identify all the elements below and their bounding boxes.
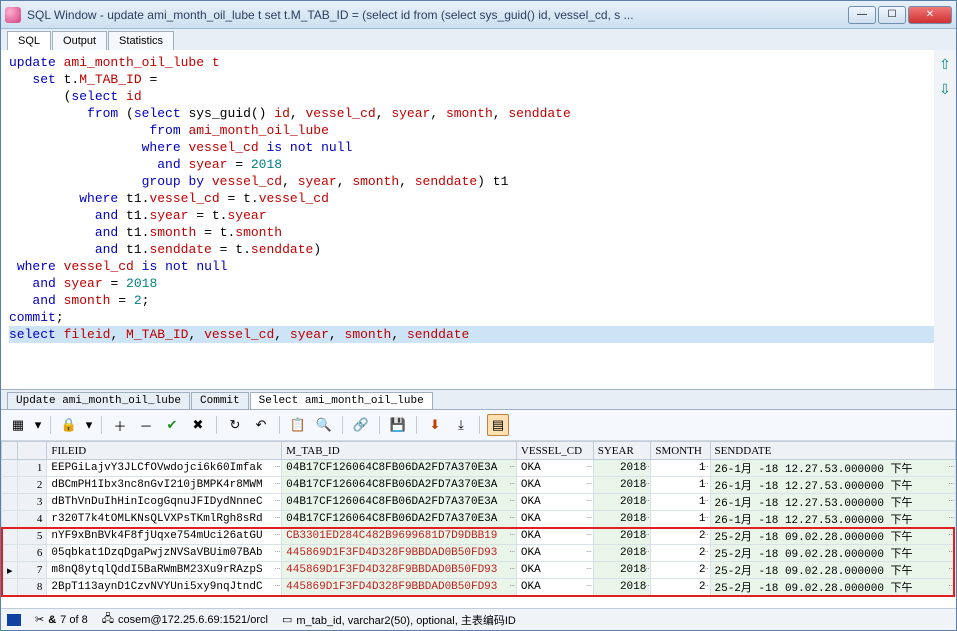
sql-editor[interactable]: update ami_month_oil_lube t set t.M_TAB_… xyxy=(1,50,934,389)
grid-icon[interactable]: ▦ xyxy=(7,414,29,436)
undo-icon[interactable]: ↶ xyxy=(250,414,272,436)
tab-select[interactable]: Select ami_month_oil_lube xyxy=(250,392,433,409)
statusbar: ✂&7 of 8 🖧cosem@172.25.6.69:1521/orcl ▭m… xyxy=(1,608,956,630)
tab-update[interactable]: Update ami_month_oil_lube xyxy=(7,392,190,409)
connection-string: cosem@172.25.6.69:1521/orcl xyxy=(118,614,268,626)
lock-dropdown-icon[interactable]: ▾ xyxy=(84,414,94,436)
result-grid[interactable]: FILEIDM_TAB_IDVESSEL_CDSYEARSMONTHSENDDA… xyxy=(1,441,956,596)
cancel-icon[interactable]: ✖ xyxy=(187,414,209,436)
result-tabs: Update ami_month_oil_lube Commit Select … xyxy=(1,390,956,410)
fetch-next-icon[interactable]: ⤓ xyxy=(450,414,472,436)
lock-icon[interactable]: 🔒 xyxy=(58,414,80,436)
tab-output[interactable]: Output xyxy=(52,31,107,50)
refresh-icon[interactable]: ↻ xyxy=(224,414,246,436)
app-icon xyxy=(5,7,21,23)
table-row[interactable]: ▸7m8nQ8ytqlQddI5BaRWmBM23Xu9rRAzpS…44586… xyxy=(2,562,956,579)
table-row[interactable]: 3dBThVnDuIhHinIcogGqnuJFIDydNnneC…04B17C… xyxy=(2,494,956,511)
field-icon: ▭ xyxy=(282,613,292,626)
minimize-button[interactable]: — xyxy=(848,6,876,24)
titlebar: SQL Window - update ami_month_oil_lube t… xyxy=(1,1,956,29)
add-row-icon[interactable]: ＋ xyxy=(109,414,131,436)
nav-up-icon[interactable]: ⇧ xyxy=(939,56,951,73)
sql-window: SQL Window - update ami_month_oil_lube t… xyxy=(0,0,957,631)
commit-icon[interactable]: ✔ xyxy=(161,414,183,436)
row-position: 7 of 8 xyxy=(60,614,88,626)
save-icon[interactable]: 💾 xyxy=(387,414,409,436)
status-indicator-icon xyxy=(7,614,21,626)
main-tabs: SQL Output Statistics xyxy=(1,29,956,50)
single-record-icon[interactable]: ▤ xyxy=(487,414,509,436)
connection-icon: 🖧 xyxy=(102,610,114,629)
tab-statistics[interactable]: Statistics xyxy=(108,31,174,50)
tab-sql[interactable]: SQL xyxy=(7,31,51,50)
table-row[interactable]: 605qbkat1DzqDgaPwjzNVSaVBUim07BAb…445869… xyxy=(2,545,956,562)
table-row[interactable]: 1EEPGiLajvY3JLCfOVwdojci6k60Imfak…04B17C… xyxy=(2,460,956,477)
find-icon[interactable]: 🔍 xyxy=(313,414,335,436)
tab-commit[interactable]: Commit xyxy=(191,392,249,409)
copy-icon[interactable]: 📋 xyxy=(287,414,309,436)
grid-dropdown-icon[interactable]: ▾ xyxy=(33,414,43,436)
table-row[interactable]: 4r320T7k4tOMLKNsQLVXPsTKmlRgh8sRd…04B17C… xyxy=(2,511,956,528)
grid-toolbar: ▦ ▾ 🔒 ▾ ＋ － ✔ ✖ ↻ ↶ 📋 🔍 🔗 💾 ⬇ ⤓ ▤ xyxy=(1,410,956,441)
result-grid-wrap: FILEIDM_TAB_IDVESSEL_CDSYEARSMONTHSENDDA… xyxy=(1,441,956,608)
export-icon[interactable]: ⬇ xyxy=(424,414,446,436)
scissors-icon: ✂ xyxy=(35,613,44,626)
field-info: m_tab_id, varchar2(50), optional, 主表编码ID xyxy=(296,612,515,628)
window-title: SQL Window - update ami_month_oil_lube t… xyxy=(27,8,848,22)
table-row[interactable]: 82BpT113aynD1CzvNVYUni5xy9nqJtndC…445869… xyxy=(2,579,956,596)
close-button[interactable]: ✕ xyxy=(908,6,952,24)
maximize-button[interactable]: ☐ xyxy=(878,6,906,24)
nav-down-icon[interactable]: ⇩ xyxy=(939,81,951,98)
table-row[interactable]: 2dBCmPH1Ibx3nc8nGvI210jBMPK4r8MWM…04B17C… xyxy=(2,477,956,494)
delete-row-icon[interactable]: － xyxy=(135,414,157,436)
table-row[interactable]: 5nYF9xBnBVk4F8fjUqxe754mUci26atGU…CB3301… xyxy=(2,528,956,545)
link-icon[interactable]: 🔗 xyxy=(350,414,372,436)
